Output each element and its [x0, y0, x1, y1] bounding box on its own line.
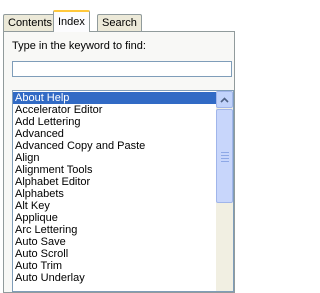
tab-contents[interactable]: Contents [3, 14, 58, 31]
tab-index-label: Index [58, 16, 85, 28]
tab-strip: Contents Index Search [3, 10, 233, 32]
keyword-list-item[interactable]: Auto Save [13, 236, 216, 248]
thumb-grip-line [221, 158, 229, 159]
keyword-list-item[interactable]: About Help [13, 92, 216, 104]
tab-index[interactable]: Index [53, 10, 90, 32]
chevron-up-icon [220, 96, 229, 103]
keyword-list-item[interactable]: Advanced [13, 128, 216, 140]
keyword-list-item[interactable]: Auto Trim [13, 260, 216, 272]
keyword-listbox[interactable]: About Help Accelerator Editor Add Letterin… [12, 90, 234, 292]
keyword-list-item[interactable]: Arc Lettering [13, 224, 216, 236]
keyword-list-item[interactable]: Alt Key [13, 200, 216, 212]
keyword-list-item[interactable]: Alignment Tools [13, 164, 216, 176]
tab-contents-label: Contents [8, 17, 53, 29]
keyword-list-item[interactable]: Alphabets [13, 188, 216, 200]
keyword-list-item[interactable]: Align [13, 152, 216, 164]
thumb-grip-line [221, 155, 229, 156]
vertical-scrollbar[interactable] [216, 91, 233, 291]
thumb-grip-line [221, 161, 229, 162]
keyword-list-item[interactable]: Add Lettering [13, 116, 216, 128]
keyword-list-item[interactable]: Auto Scroll [13, 248, 216, 260]
tab-search-label: Search [102, 17, 137, 29]
keyword-list-item[interactable]: Auto Underlay [13, 272, 216, 284]
keyword-list-item[interactable]: Accelerator Editor [13, 104, 216, 116]
scroll-up-button[interactable] [216, 91, 233, 108]
thumb-grip-line [221, 152, 229, 153]
keyword-instruction: Type in the keyword to find: [12, 40, 146, 52]
scroll-thumb[interactable] [216, 109, 233, 203]
keyword-list: About Help Accelerator Editor Add Letterin… [13, 92, 216, 284]
tab-search[interactable]: Search [97, 14, 142, 31]
keyword-list-item[interactable]: Alphabet Editor [13, 176, 216, 188]
keyword-input[interactable] [12, 61, 232, 77]
keyword-list-item[interactable]: Advanced Copy and Paste [13, 140, 216, 152]
keyword-list-item[interactable]: Applique [13, 212, 216, 224]
